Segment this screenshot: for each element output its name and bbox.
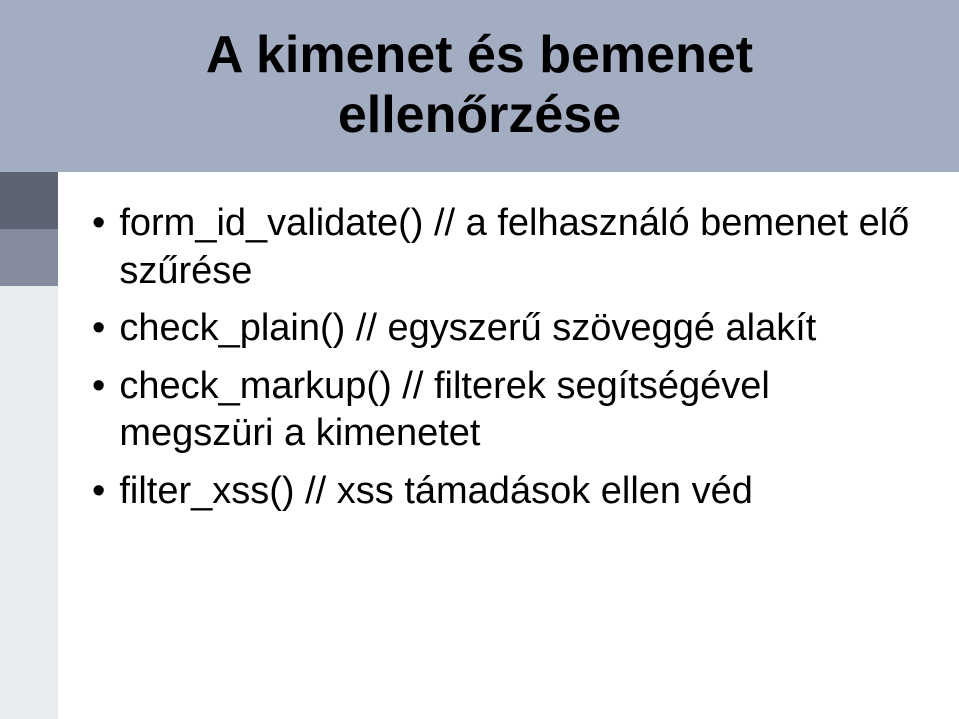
bullet-dot-icon: •	[92, 363, 105, 411]
content-area: • form_id_validate() // a felhasználó be…	[92, 200, 919, 525]
title-line-1: A kimenet és bemenet	[206, 26, 753, 84]
bullet-item: • check_plain() // egyszerű szöveggé ala…	[92, 305, 919, 353]
bullet-item: • filter_xss() // xss támadások ellen vé…	[92, 468, 919, 516]
title-banner: A kimenet és bemenet ellenőrzése	[0, 0, 959, 172]
bullet-text: form_id_validate() // a felhasználó beme…	[119, 200, 919, 295]
sidebar-accent-mid	[0, 229, 58, 286]
sidebar-accent-dark	[0, 172, 58, 229]
bullet-text: filter_xss() // xss támadások ellen véd	[119, 468, 753, 516]
bullet-text: check_markup() // filterek segítségével …	[119, 363, 919, 458]
bullet-dot-icon: •	[92, 200, 105, 248]
bullet-dot-icon: •	[92, 305, 105, 353]
slide-title: A kimenet és bemenet ellenőrzése	[206, 26, 753, 146]
bullet-text: check_plain() // egyszerű szöveggé alakí…	[119, 305, 816, 353]
title-line-2: ellenőrzése	[338, 86, 621, 144]
bullet-item: • form_id_validate() // a felhasználó be…	[92, 200, 919, 295]
slide: A kimenet és bemenet ellenőrzése • form_…	[0, 0, 959, 719]
sidebar-accent-light	[0, 286, 58, 719]
bullet-dot-icon: •	[92, 468, 105, 516]
bullet-item: • check_markup() // filterek segítségéve…	[92, 363, 919, 458]
